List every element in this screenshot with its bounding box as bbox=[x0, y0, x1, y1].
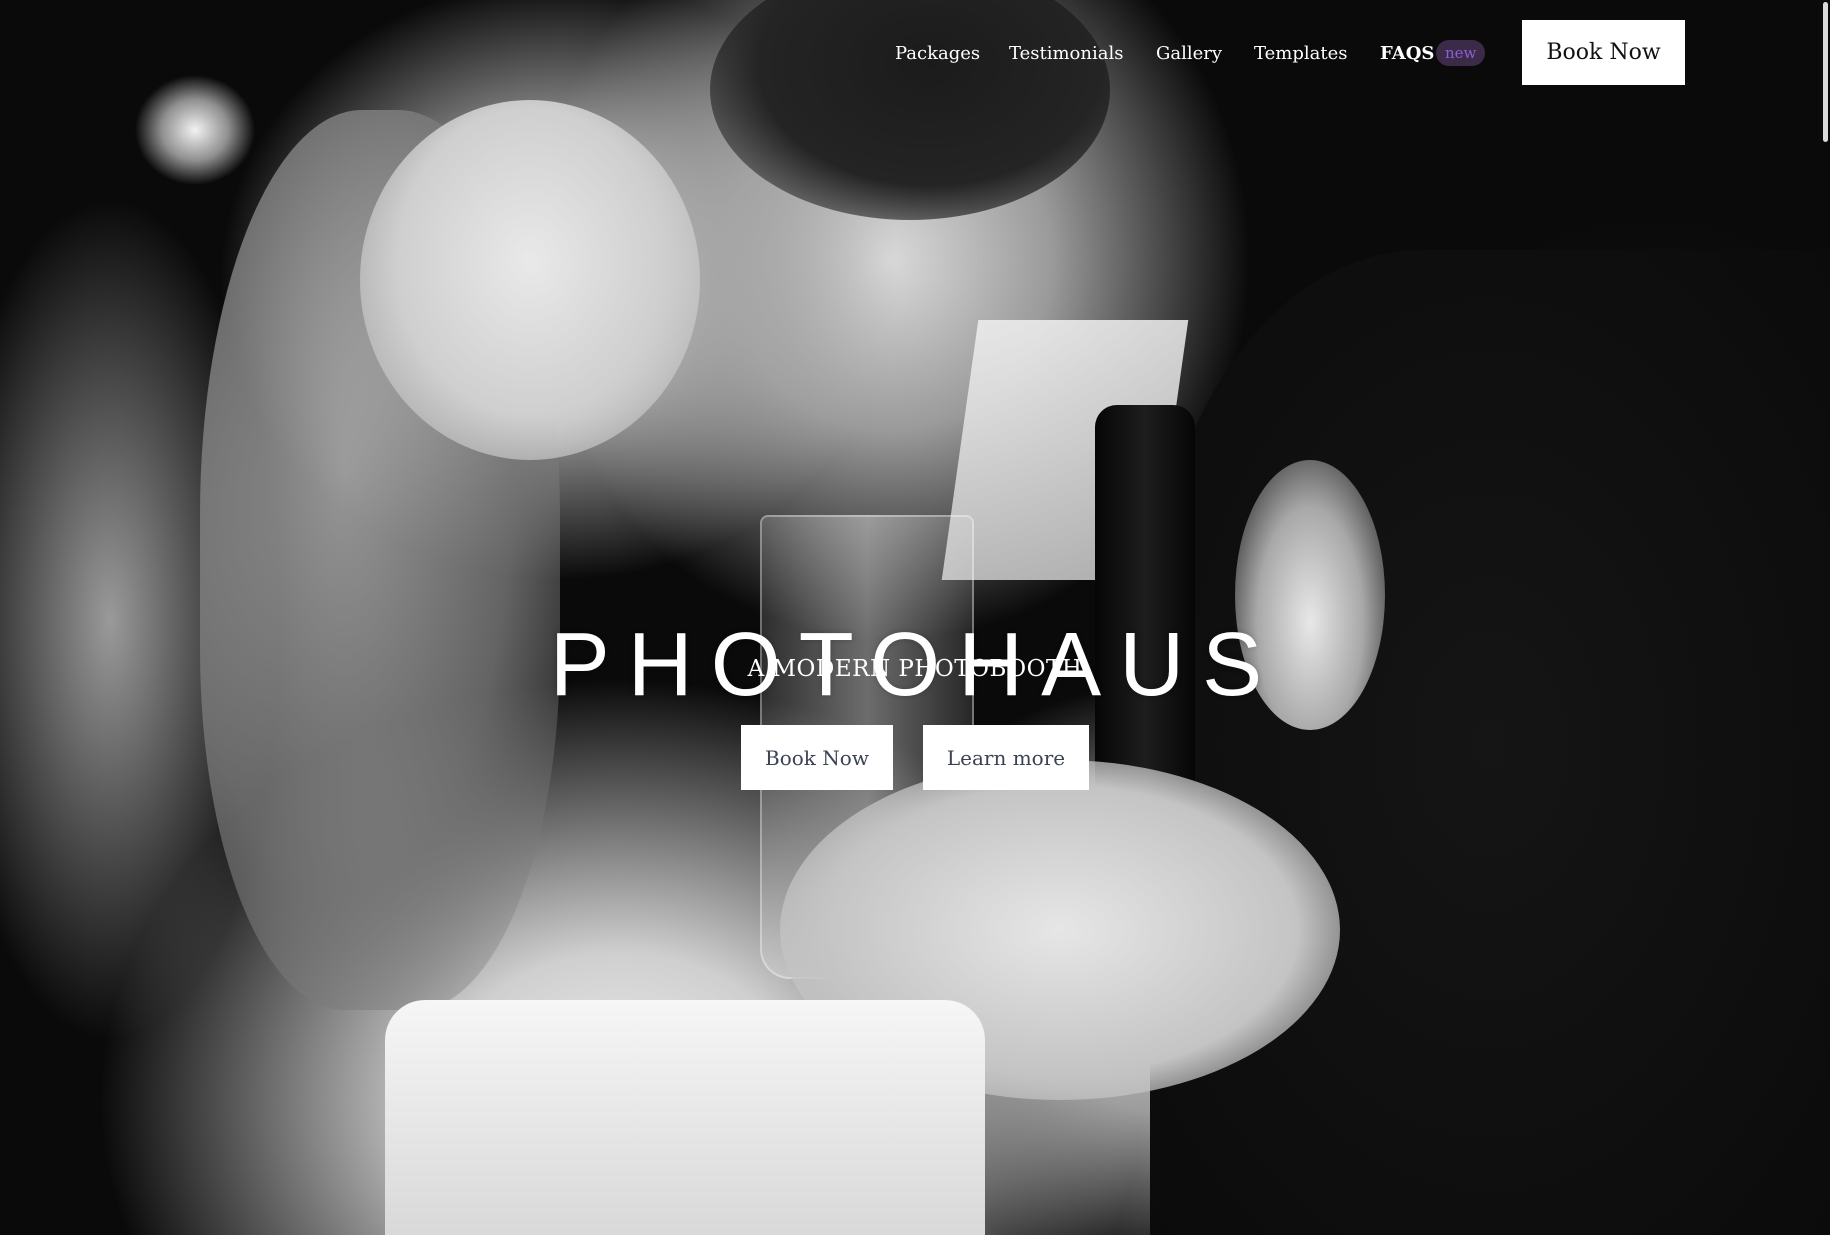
photo-dress bbox=[385, 1000, 985, 1235]
nav-book-now-button[interactable]: Book Now bbox=[1522, 20, 1685, 85]
nav-link-testimonials[interactable]: Testimonials bbox=[1009, 40, 1123, 68]
hero-book-now-button[interactable]: Book Now bbox=[741, 725, 893, 790]
nav-link-templates[interactable]: Templates bbox=[1254, 40, 1347, 68]
photo-jacket bbox=[1150, 250, 1830, 1235]
new-badge: new bbox=[1436, 40, 1486, 66]
hero-subtitle: A MODERN PHOTOBOOTH bbox=[747, 656, 1083, 682]
nav-link-packages[interactable]: Packages bbox=[895, 40, 980, 68]
page-scrollbar[interactable] bbox=[1823, 2, 1828, 142]
nav-link-faqs[interactable]: FAQS bbox=[1380, 40, 1434, 68]
hero-learn-more-button[interactable]: Learn more bbox=[923, 725, 1089, 790]
photo-face bbox=[360, 100, 700, 460]
top-navigation: Packages Testimonials Gallery Templates … bbox=[0, 0, 1830, 110]
nav-link-gallery[interactable]: Gallery bbox=[1156, 40, 1222, 68]
